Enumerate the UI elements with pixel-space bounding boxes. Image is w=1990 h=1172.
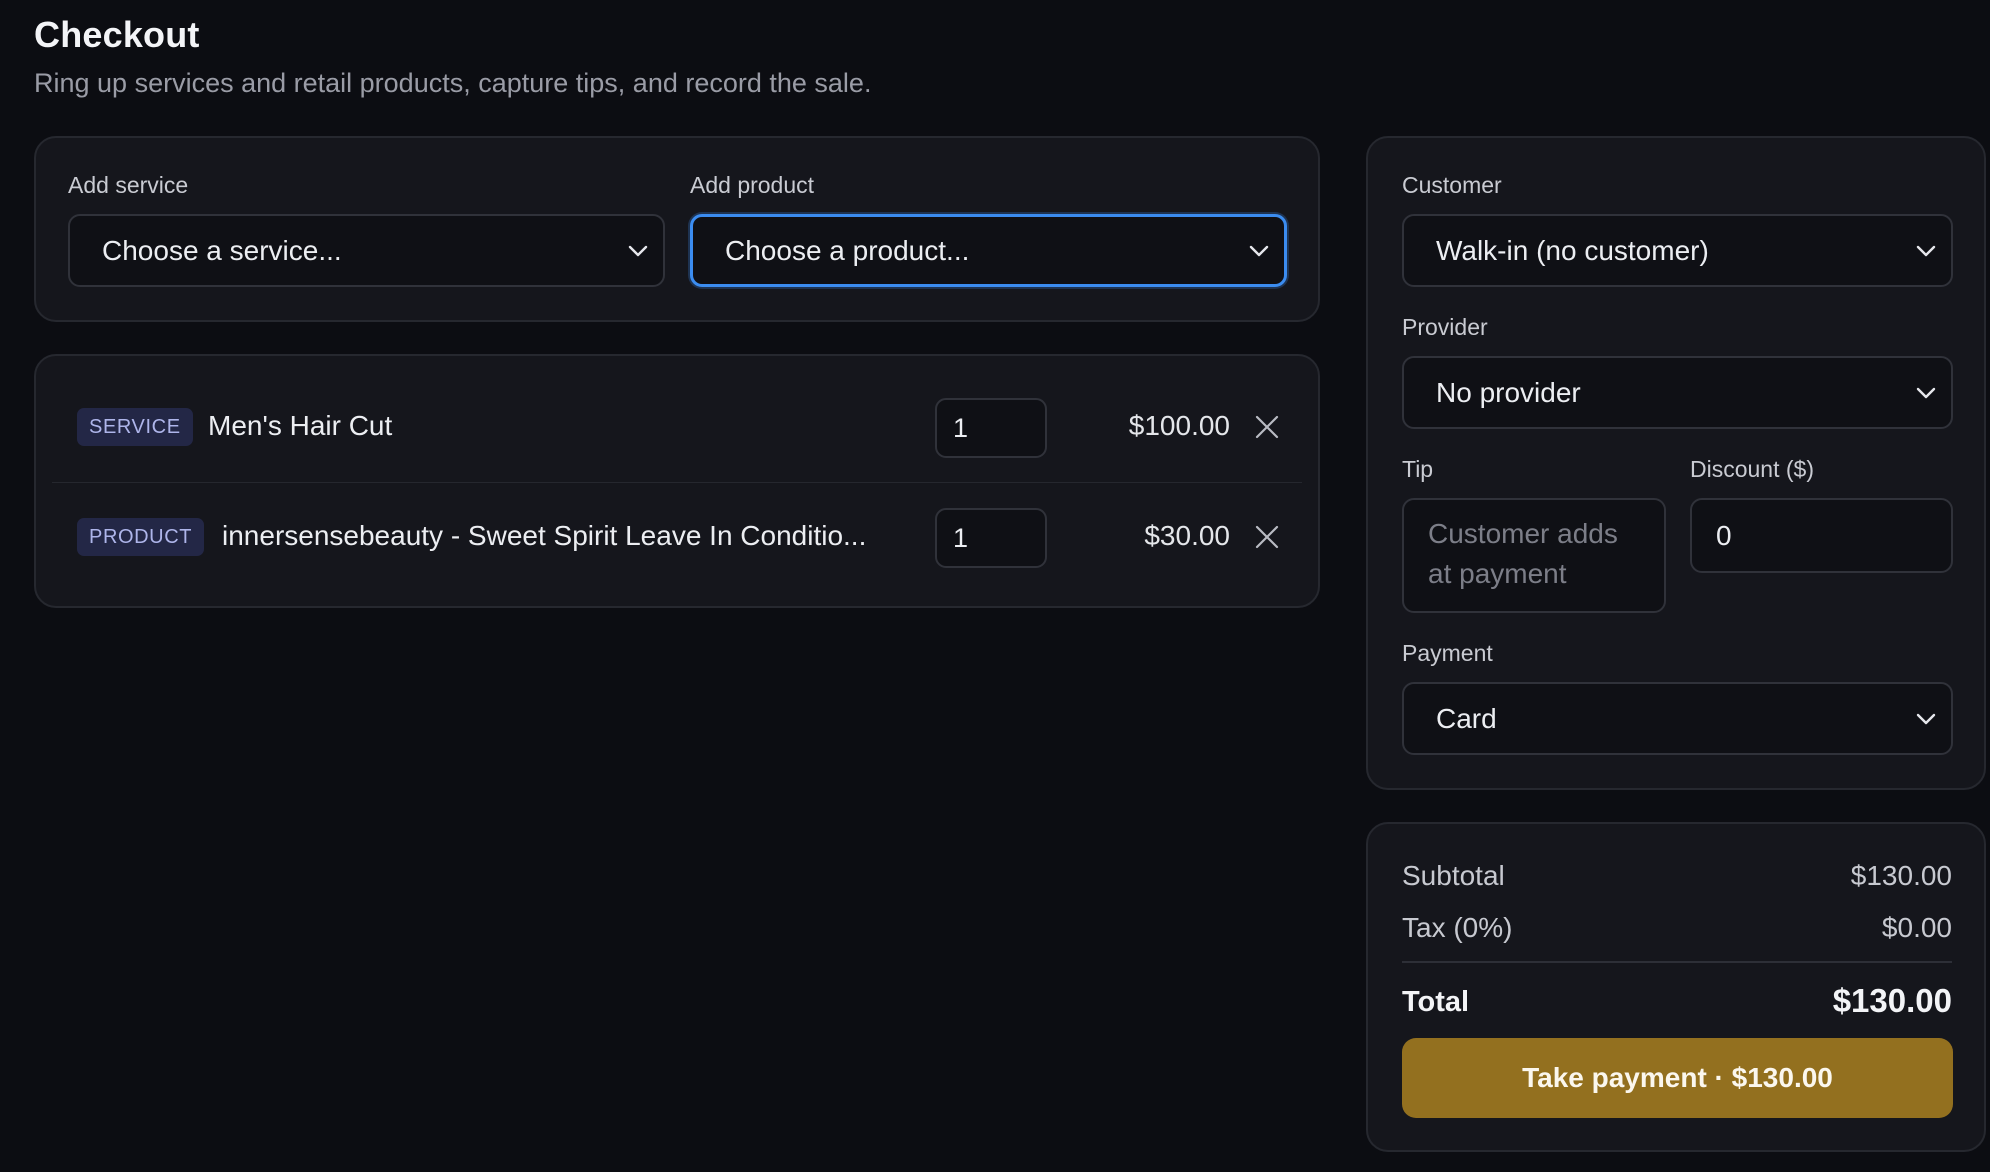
provider-label: Provider <box>1402 314 1488 340</box>
chevron-down-icon <box>1916 245 1936 256</box>
item-price: $100.00 <box>1128 410 1230 441</box>
quantity-input[interactable]: 1 <box>935 398 1047 458</box>
total-label: Total <box>1402 986 1470 1018</box>
chevron-down-icon <box>1916 713 1936 724</box>
subtotal-value: $130.00 <box>1850 860 1952 891</box>
sale-details-card: Customer Walk-in (no customer) Provider … <box>1366 136 1986 790</box>
add-product-value: Choose a product... <box>725 234 970 266</box>
payment-label: Payment <box>1402 640 1493 666</box>
tip-placeholder: Customer adds at payment <box>1428 518 1618 589</box>
add-product-label: Add product <box>690 172 815 198</box>
summary-divider <box>1402 961 1952 963</box>
chevron-down-icon <box>1249 245 1269 256</box>
add-service-select[interactable]: Choose a service... <box>68 214 665 287</box>
discount-value: 0 <box>1716 519 1732 551</box>
total-value: $130.00 <box>1832 982 1952 1019</box>
item-type-badge: SERVICE <box>77 408 193 446</box>
checkout-page: Checkout Ring up services and retail pro… <box>0 0 1990 1172</box>
payment-method-select[interactable]: Card <box>1402 682 1953 755</box>
tax-value: $0.00 <box>1881 912 1952 943</box>
item-price: $30.00 <box>1144 520 1230 551</box>
close-icon[interactable] <box>1253 413 1281 441</box>
add-items-card: Add service Choose a service... Add prod… <box>34 136 1320 322</box>
chevron-down-icon <box>1916 387 1936 398</box>
close-icon[interactable] <box>1253 523 1281 551</box>
tip-input[interactable]: Customer adds at payment <box>1402 498 1666 613</box>
add-product-select[interactable]: Choose a product... <box>690 214 1287 287</box>
row-divider <box>52 482 1302 483</box>
chevron-down-icon <box>628 245 648 256</box>
discount-label: Discount ($) <box>1690 456 1814 482</box>
page-title: Checkout <box>34 14 200 55</box>
customer-value: Walk-in (no customer) <box>1436 234 1709 266</box>
provider-select[interactable]: No provider <box>1402 356 1953 429</box>
item-type-badge: PRODUCT <box>77 518 205 556</box>
customer-select[interactable]: Walk-in (no customer) <box>1402 214 1953 287</box>
order-summary-card: Subtotal $130.00 Tax (0%) $0.00 Total $1… <box>1366 822 1986 1152</box>
subtotal-label: Subtotal <box>1402 860 1505 891</box>
cart-items-card: SERVICE Men's Hair Cut 1 $100.00 PRODUCT… <box>34 354 1320 608</box>
add-service-label: Add service <box>68 172 189 198</box>
quantity-input[interactable]: 1 <box>935 508 1047 568</box>
item-name: innersensebeauty - Sweet Spirit Leave In… <box>222 520 867 551</box>
payment-method-value: Card <box>1436 702 1497 734</box>
customer-label: Customer <box>1402 172 1502 198</box>
tip-label: Tip <box>1402 456 1434 482</box>
item-name: Men's Hair Cut <box>208 410 393 441</box>
discount-input[interactable]: 0 <box>1690 498 1953 573</box>
page-subtitle: Ring up services and retail products, ca… <box>34 68 872 98</box>
add-service-value: Choose a service... <box>102 234 342 266</box>
tax-label: Tax (0%) <box>1402 912 1513 943</box>
take-payment-button[interactable]: Take payment · $130.00 <box>1402 1038 1953 1118</box>
provider-value: No provider <box>1436 376 1581 408</box>
